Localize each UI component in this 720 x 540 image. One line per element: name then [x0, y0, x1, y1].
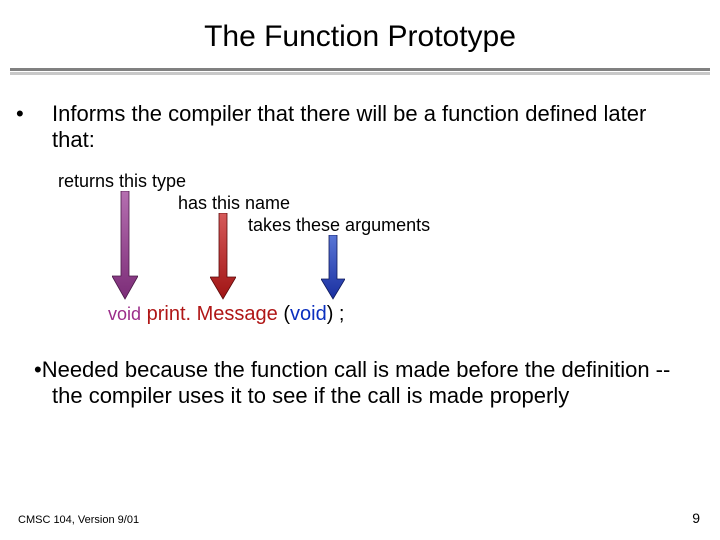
label-takes-args: takes these arguments: [248, 215, 430, 236]
title-divider: [0, 68, 720, 75]
bullet-1-text: Informs the compiler that there will be …: [52, 101, 646, 152]
arrow-down-icon: [210, 213, 236, 301]
page-title: The Function Prototype: [0, 0, 720, 68]
proto-function-name: print. Message: [147, 303, 278, 325]
page-number: 9: [692, 510, 700, 526]
bullet-dot-icon: •: [34, 357, 42, 382]
bullet-item-1: •Informs the compiler that there will be…: [34, 101, 686, 153]
proto-return-type: void: [108, 304, 141, 324]
proto-paren-close: ) ;: [327, 303, 345, 325]
bullet-dot-icon: •: [34, 101, 52, 127]
bullet-item-2: •Needed because the function call is mad…: [34, 357, 686, 409]
prototype-code: void print. Message (void) ;: [108, 303, 344, 326]
annotation-block: returns this type has this name takes th…: [58, 171, 686, 331]
arrow-down-icon: [321, 235, 345, 301]
bullet-2-text: Needed because the function call is made…: [42, 357, 671, 408]
arrow-down-icon: [112, 191, 138, 301]
label-returns-type: returns this type: [58, 171, 186, 192]
footer-course-info: CMSC 104, Version 9/01: [18, 514, 139, 526]
proto-paren-open: (: [283, 303, 290, 325]
proto-arg-type: void: [290, 303, 327, 325]
content-area: •Informs the compiler that there will be…: [0, 75, 720, 409]
label-has-name: has this name: [178, 193, 290, 214]
